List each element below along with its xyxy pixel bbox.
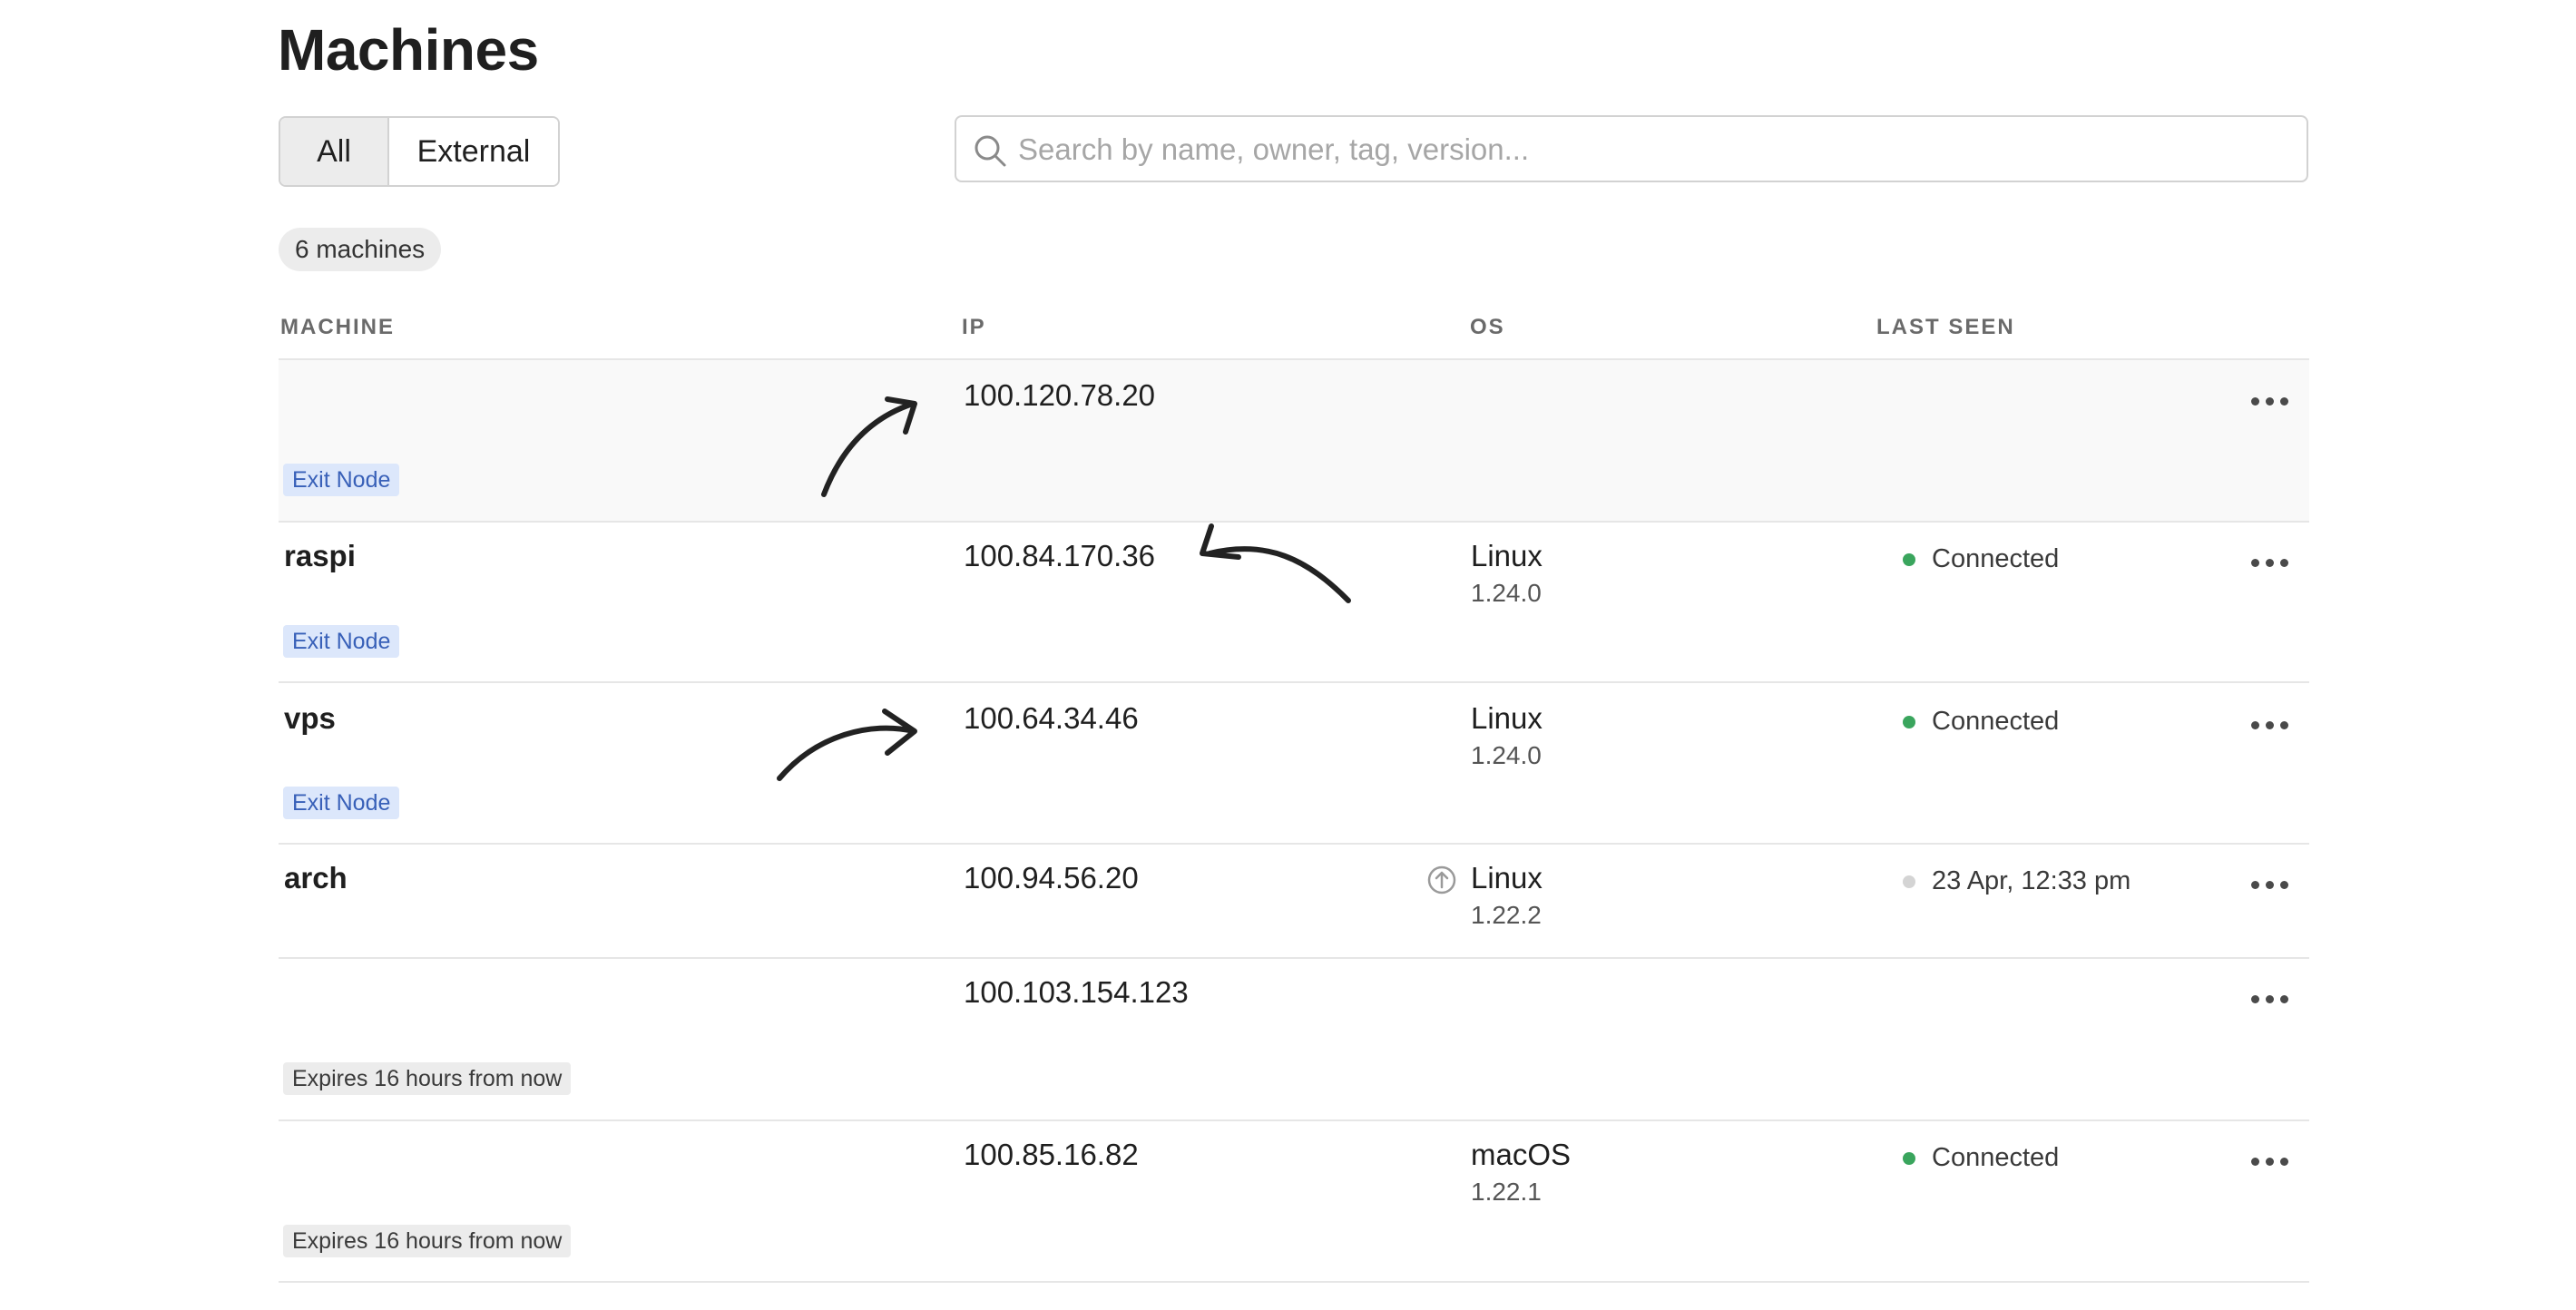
column-header-last-seen: LAST SEEN — [1876, 315, 2015, 339]
exit-node-badge: Exit Node — [283, 464, 400, 496]
table-row[interactable]: raspi 100.84.170.36 Linux 1.24.0 Connect… — [279, 523, 2309, 681]
machine-ip[interactable]: 100.84.170.36 — [964, 539, 1155, 573]
machine-version: 1.22.1 — [1471, 1178, 1542, 1206]
last-seen-status: Connected — [1903, 1143, 2059, 1173]
table-row[interactable]: 100.103.154.123 Expires 16 hours from no… — [279, 959, 2309, 1119]
table-row[interactable]: arch 100.94.56.20 Linux 1.22.2 23 Apr, 1… — [279, 845, 2309, 957]
machine-os: Linux — [1471, 539, 1543, 572]
machine-name[interactable]: raspi — [284, 539, 356, 573]
more-options-button[interactable] — [2238, 866, 2302, 903]
arrow-up-circle-icon[interactable] — [1426, 865, 1457, 895]
machine-version: 1.24.0 — [1471, 579, 1542, 607]
last-seen-status: Connected — [1903, 544, 2059, 574]
table-row[interactable]: 100.85.16.82 macOS 1.22.1 Connected Expi… — [279, 1121, 2309, 1281]
column-header-os: OS — [1470, 315, 1505, 339]
machine-name[interactable]: vps — [284, 701, 336, 736]
machines-page: Machines All External 6 machines MACHINE… — [0, 0, 2576, 1310]
expiry-badge: Expires 16 hours from now — [283, 1062, 572, 1095]
more-options-button[interactable] — [2238, 544, 2302, 581]
status-dot-connected — [1903, 715, 1915, 728]
filter-external-button[interactable]: External — [389, 118, 558, 185]
machine-ip[interactable]: 100.64.34.46 — [964, 701, 1139, 736]
search-box — [955, 115, 2308, 182]
machine-name[interactable]: arch — [284, 861, 348, 895]
last-seen-status: 23 Apr, 12:33 pm — [1903, 866, 2130, 896]
last-seen-text: Connected — [1932, 1143, 2060, 1172]
more-options-button[interactable] — [2238, 383, 2302, 419]
machine-ip[interactable]: 100.94.56.20 — [964, 861, 1139, 895]
machine-ip[interactable]: 100.85.16.82 — [964, 1138, 1139, 1172]
search-input[interactable] — [1016, 117, 2290, 182]
last-seen-text: 23 Apr, 12:33 pm — [1932, 866, 2131, 895]
last-seen-status: Connected — [1903, 707, 2059, 737]
table-header: MACHINE IP OS LAST SEEN — [0, 315, 2576, 342]
search-icon — [975, 135, 1006, 167]
last-seen-text: Connected — [1932, 544, 2060, 573]
expiry-badge: Expires 16 hours from now — [283, 1225, 572, 1257]
machine-count-badge: 6 machines — [279, 228, 442, 271]
machine-version: 1.24.0 — [1471, 741, 1542, 769]
page-title: Machines — [278, 17, 539, 83]
exit-node-badge: Exit Node — [283, 625, 400, 658]
exit-node-badge: Exit Node — [283, 787, 400, 819]
machine-filter-toggle: All External — [279, 116, 560, 187]
status-dot-offline — [1903, 875, 1915, 888]
more-options-button[interactable] — [2238, 707, 2302, 743]
table-row[interactable]: 100.120.78.20 Exit Node — [279, 360, 2309, 521]
last-seen-text: Connected — [1932, 707, 2060, 736]
status-dot-connected — [1903, 1151, 1915, 1165]
column-header-machine: MACHINE — [280, 315, 395, 339]
machine-ip[interactable]: 100.103.154.123 — [964, 975, 1189, 1010]
more-options-button[interactable] — [2238, 981, 2302, 1017]
machine-os: macOS — [1471, 1138, 1572, 1171]
table-row[interactable]: vps 100.64.34.46 Linux 1.24.0 Connected … — [279, 683, 2309, 843]
more-options-button[interactable] — [2238, 1143, 2302, 1179]
row-divider — [279, 1281, 2309, 1283]
machine-os: Linux — [1471, 701, 1543, 735]
machine-ip[interactable]: 100.120.78.20 — [964, 378, 1155, 413]
machine-version: 1.22.2 — [1471, 901, 1542, 929]
machine-os: Linux — [1471, 861, 1543, 895]
column-header-ip: IP — [962, 315, 986, 339]
status-dot-connected — [1903, 552, 1915, 566]
filter-all-button[interactable]: All — [280, 118, 389, 185]
